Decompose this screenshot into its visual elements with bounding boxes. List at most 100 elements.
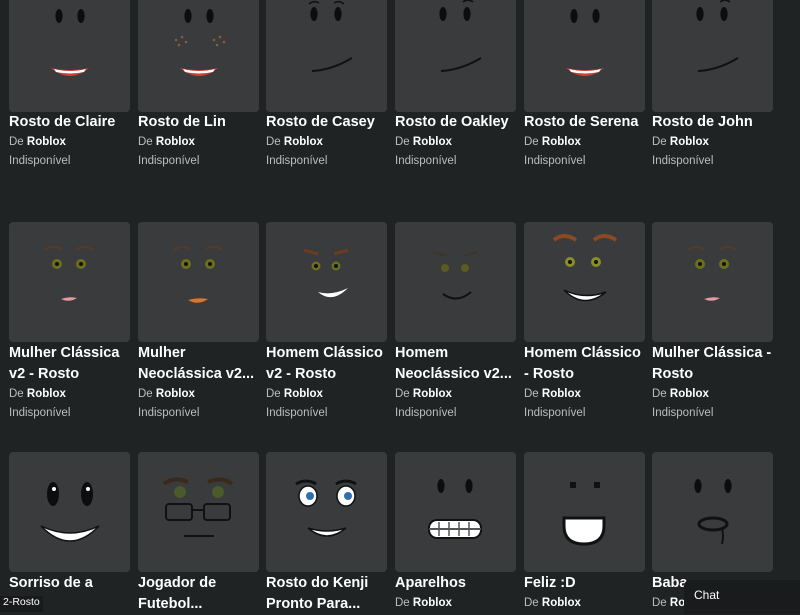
- item-thumbnail[interactable]: [524, 0, 645, 112]
- item-name[interactable]: Rosto de Serena: [524, 112, 649, 133]
- item-status: Indisponível: [652, 155, 714, 167]
- item-name[interactable]: Mulher Clássica v2 - Rosto: [9, 343, 134, 385]
- item-name[interactable]: Mulher Clássica - Rosto: [652, 343, 777, 385]
- item-name[interactable]: Rosto de Oakley: [395, 112, 520, 133]
- item-creator: De Roblox: [266, 136, 323, 148]
- creator-prefix: De: [652, 597, 667, 609]
- item-thumbnail[interactable]: [266, 222, 387, 342]
- creator-link[interactable]: Ro: [670, 597, 685, 609]
- creator-prefix: De: [524, 388, 539, 400]
- item-name[interactable]: Rosto de Lin: [138, 112, 263, 133]
- item-name[interactable]: Homem Clássico v2 - Rosto: [266, 343, 391, 385]
- item-name[interactable]: Rosto de Casey: [266, 112, 391, 133]
- face-icon: [40, 482, 100, 542]
- chat-label: Chat: [694, 588, 720, 602]
- creator-prefix: De: [266, 388, 281, 400]
- item-name[interactable]: Jogador de Futebol...: [138, 573, 263, 615]
- item-creator: De Roblox: [395, 597, 452, 609]
- item-name[interactable]: Rosto do Kenji Pronto Para...: [266, 573, 391, 615]
- creator-prefix: De: [652, 388, 667, 400]
- creator-link[interactable]: Roblox: [27, 388, 66, 400]
- face-icon: [428, 479, 482, 539]
- item-status: Indisponível: [524, 155, 586, 167]
- item-name[interactable]: Sorriso de a: [9, 573, 134, 594]
- item-thumbnail[interactable]: [266, 452, 387, 572]
- item-name[interactable]: Feliz :D: [524, 573, 649, 594]
- item-status: Indisponível: [266, 155, 328, 167]
- item-thumbnail[interactable]: [9, 452, 130, 572]
- face-icon: [562, 482, 606, 546]
- creator-prefix: De: [652, 136, 667, 148]
- item-thumbnail[interactable]: [138, 452, 259, 572]
- item-status: Indisponível: [9, 407, 71, 419]
- item-status: Indisponível: [138, 407, 200, 419]
- creator-prefix: De: [9, 136, 24, 148]
- item-thumbnail[interactable]: [395, 0, 516, 112]
- item-status: Indisponível: [9, 155, 71, 167]
- creator-link[interactable]: Roblox: [156, 136, 195, 148]
- hover-tooltip: 2-Rosto: [0, 596, 43, 612]
- creator-link[interactable]: Roblox: [156, 388, 195, 400]
- item-thumbnail[interactable]: [266, 0, 387, 112]
- creator-link[interactable]: Roblox: [413, 136, 452, 148]
- item-status: Indisponível: [524, 407, 586, 419]
- item-name[interactable]: Homem Neoclássico v2...: [395, 343, 520, 385]
- item-name[interactable]: Mulher Neoclássica v2...: [138, 343, 263, 385]
- creator-link[interactable]: Roblox: [27, 136, 66, 148]
- face-icon: [696, 0, 739, 72]
- creator-link[interactable]: Roblox: [413, 597, 452, 609]
- creator-link[interactable]: Roblox: [413, 388, 452, 400]
- item-status: Indisponível: [138, 155, 200, 167]
- item-thumbnail[interactable]: [9, 222, 130, 342]
- item-creator: De Roblox: [652, 136, 709, 148]
- item-status: Indisponível: [395, 155, 457, 167]
- face-icon: [295, 479, 357, 537]
- creator-link[interactable]: Roblox: [670, 388, 709, 400]
- creator-prefix: De: [266, 136, 281, 148]
- creator-link[interactable]: Roblox: [284, 388, 323, 400]
- face-icon: [694, 479, 732, 545]
- item-thumbnail[interactable]: [524, 452, 645, 572]
- creator-prefix: De: [524, 597, 539, 609]
- item-creator: De Roblox: [395, 388, 452, 400]
- face-icon: [566, 9, 604, 76]
- creator-link[interactable]: Roblox: [542, 597, 581, 609]
- item-status: Indisponível: [395, 407, 457, 419]
- creator-link[interactable]: Roblox: [670, 136, 709, 148]
- item-status: Indisponível: [652, 407, 714, 419]
- item-creator: De Roblox: [524, 136, 581, 148]
- item-name[interactable]: Homem Clássico - Rosto: [524, 343, 649, 385]
- creator-prefix: De: [395, 136, 410, 148]
- item-creator: De Roblox: [266, 388, 323, 400]
- creator-prefix: De: [524, 136, 539, 148]
- item-name[interactable]: Aparelhos: [395, 573, 520, 594]
- creator-link[interactable]: Roblox: [542, 136, 581, 148]
- creator-link[interactable]: Roblox: [284, 136, 323, 148]
- item-thumbnail[interactable]: [652, 452, 773, 572]
- creator-prefix: De: [9, 388, 24, 400]
- face-icon: [174, 9, 226, 76]
- item-thumbnail[interactable]: [9, 0, 130, 112]
- item-thumbnail[interactable]: [395, 222, 516, 342]
- item-creator: De Roblox: [138, 136, 195, 148]
- item-thumbnail[interactable]: [395, 452, 516, 572]
- item-thumbnail[interactable]: [524, 222, 645, 342]
- creator-prefix: De: [138, 136, 153, 148]
- item-creator: De Ro: [652, 597, 685, 609]
- chat-button[interactable]: Chat: [684, 580, 800, 614]
- item-thumbnail[interactable]: [652, 0, 773, 112]
- creator-link[interactable]: Roblox: [542, 388, 581, 400]
- item-name[interactable]: Rosto de John: [652, 112, 777, 133]
- catalog-grid: Rosto de Claire De Roblox Indisponível Rost…: [0, 0, 800, 614]
- item-name[interactable]: Rosto de Claire: [9, 112, 134, 133]
- item-creator: De Roblox: [9, 388, 66, 400]
- item-creator: De Roblox: [138, 388, 195, 400]
- creator-prefix: De: [395, 597, 410, 609]
- face-icon: [308, 0, 353, 72]
- face-icon: [432, 251, 478, 300]
- item-thumbnail[interactable]: [138, 0, 259, 112]
- item-thumbnail[interactable]: [138, 222, 259, 342]
- item-creator: De Roblox: [524, 597, 581, 609]
- face-icon: [173, 245, 223, 303]
- item-thumbnail[interactable]: [652, 222, 773, 342]
